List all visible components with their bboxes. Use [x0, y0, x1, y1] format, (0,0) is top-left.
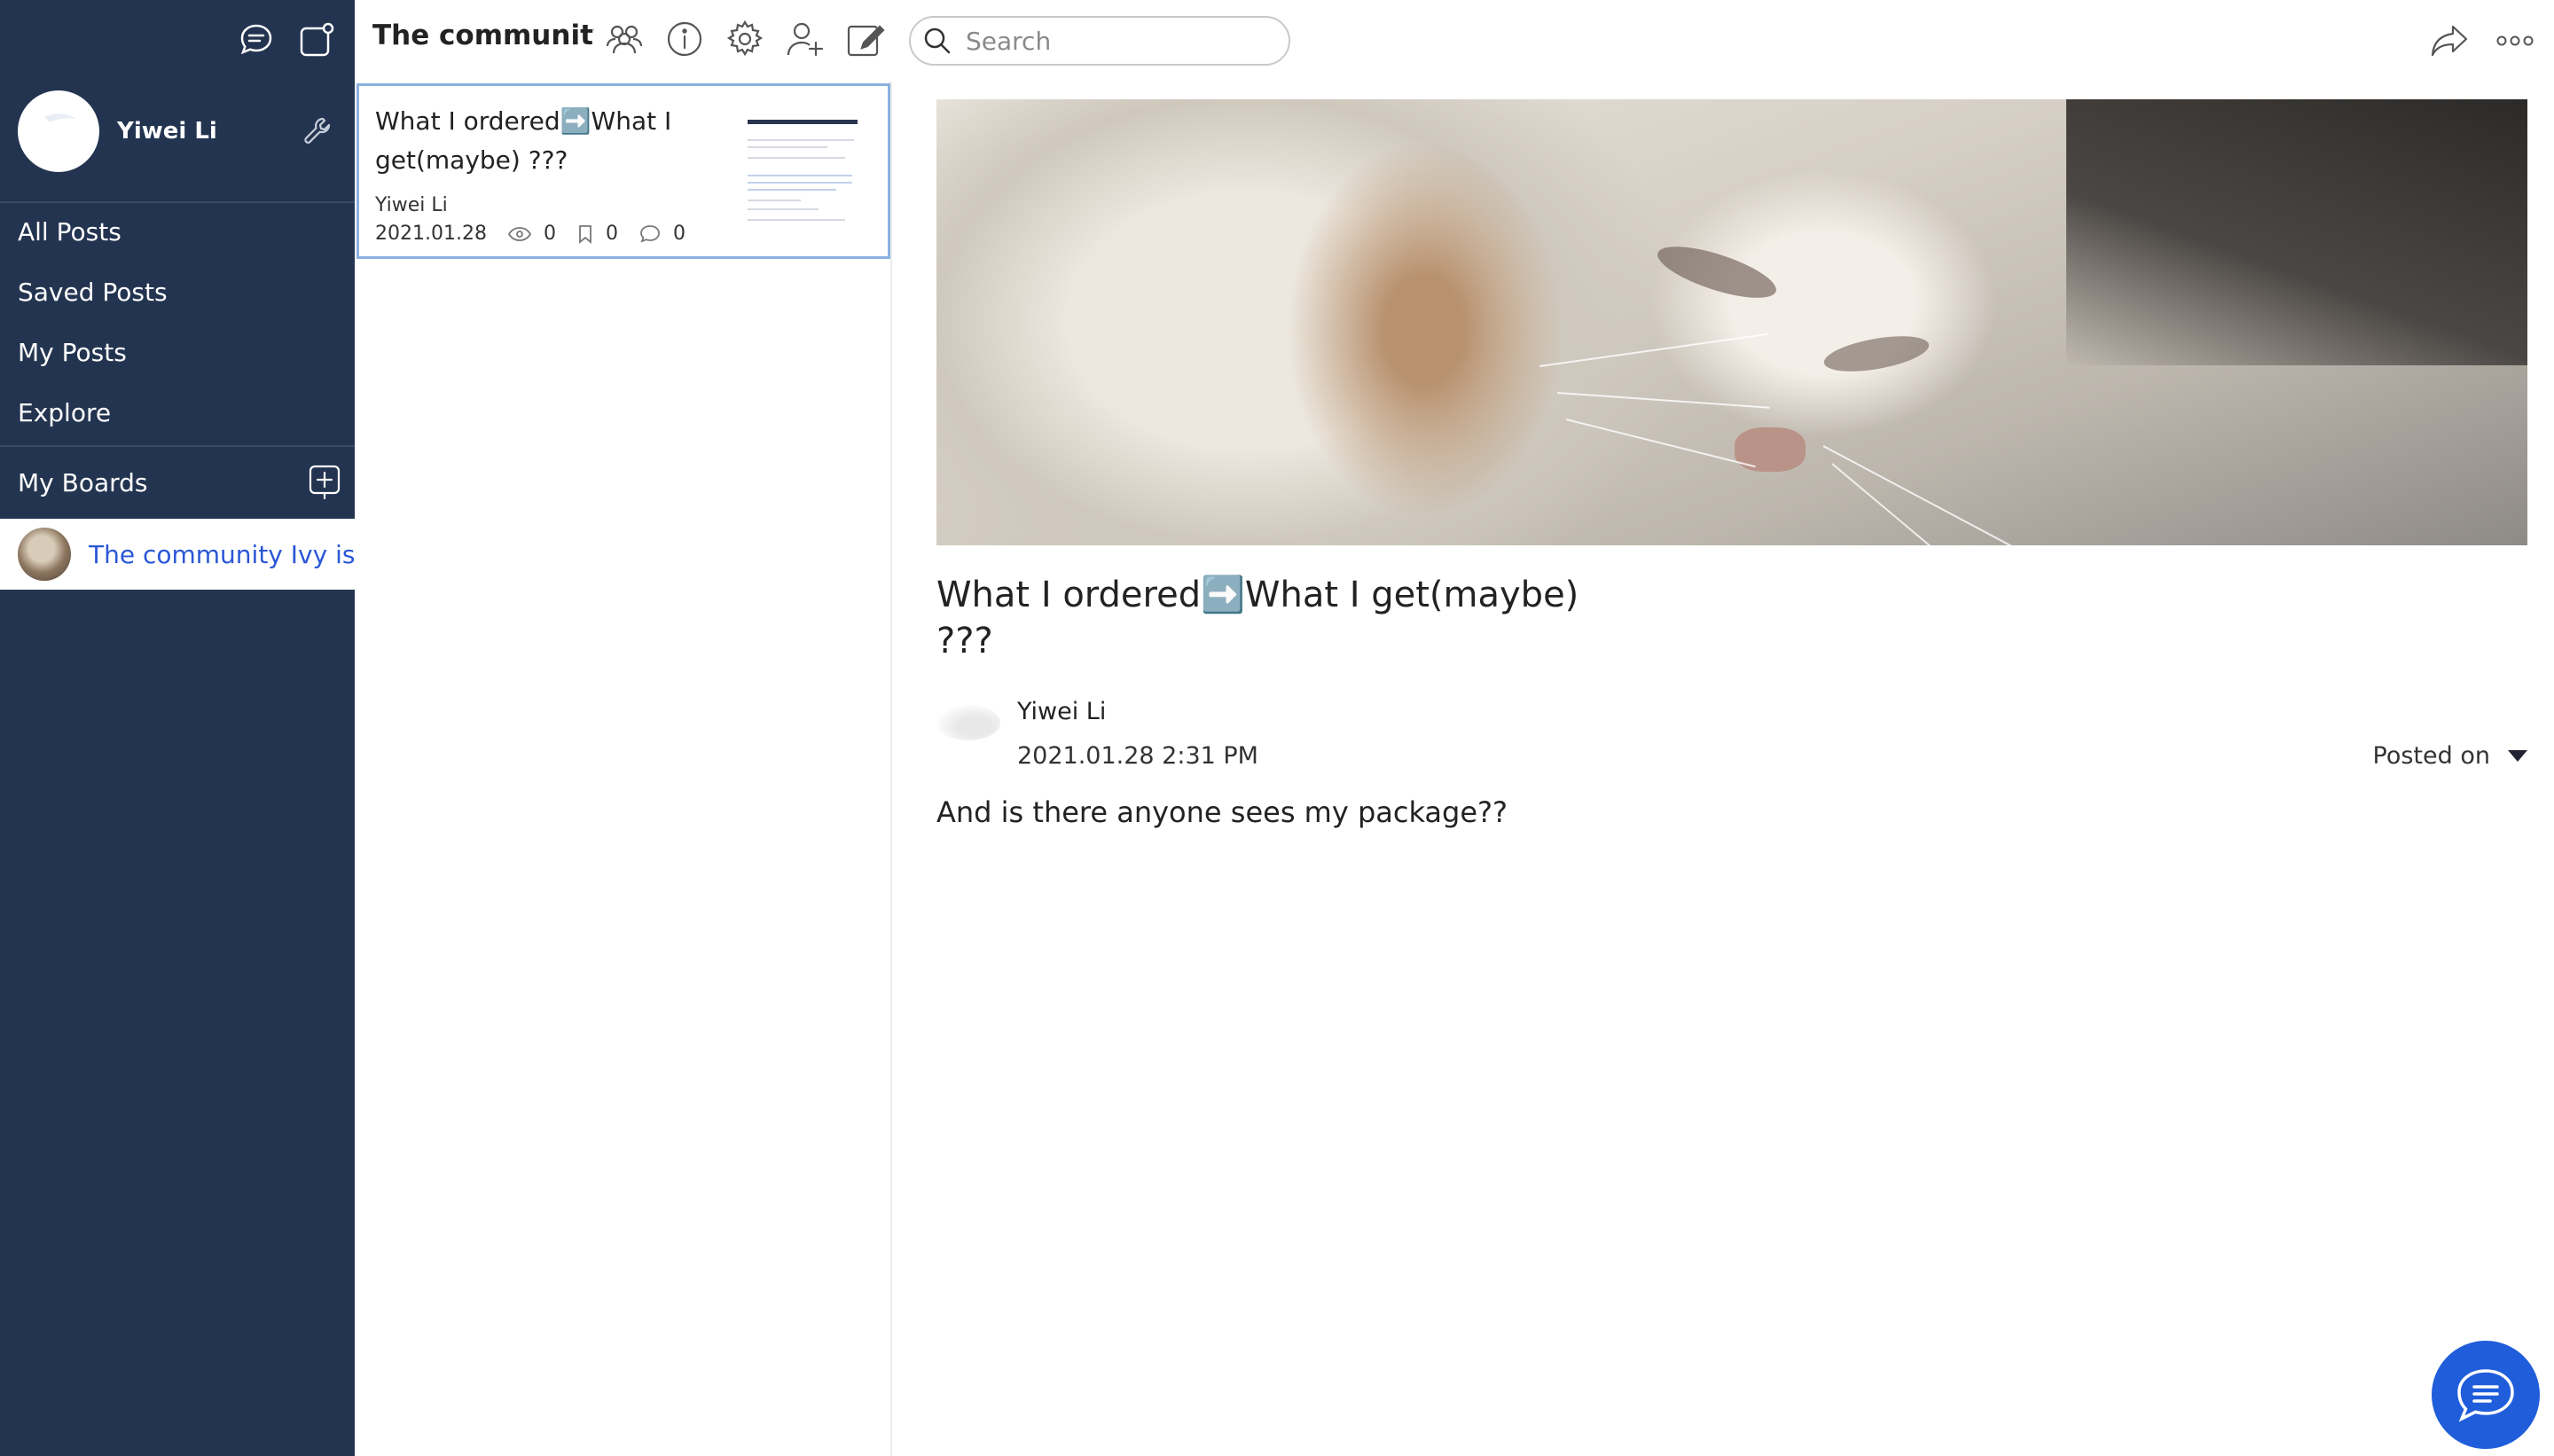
post-datetime: 2021.01.28 2:31 PM — [1017, 742, 1258, 770]
comment-icon — [640, 224, 660, 243]
save-count: 0 — [577, 223, 618, 245]
sidebar-item-my-posts[interactable]: My Posts — [0, 323, 355, 383]
divider — [0, 445, 355, 447]
post-card-author: Yiwei Li — [375, 194, 448, 216]
wrench-icon[interactable] — [298, 112, 337, 151]
post-card[interactable]: What I ordered➡️What I get(maybe) ??? Yi… — [356, 83, 890, 259]
share-icon[interactable] — [2428, 20, 2471, 62]
info-icon[interactable] — [663, 18, 706, 60]
sidebar-nav: All Posts Saved Posts My Posts Explore — [0, 202, 355, 443]
add-member-icon[interactable] — [784, 18, 827, 60]
top-right-actions — [2428, 20, 2536, 62]
sidebar: Yiwei Li All Posts Saved Posts My Posts … — [0, 0, 355, 1456]
post-card-meta: 2021.01.28 0 0 0 — [375, 223, 686, 245]
sidebar-top-icons — [236, 20, 337, 60]
post-card-thumbnail — [748, 118, 858, 230]
search-input[interactable] — [966, 26, 1267, 56]
new-board-icon[interactable] — [296, 20, 337, 60]
view-count-value: 0 — [543, 223, 556, 245]
my-boards-header: My Boards — [0, 452, 355, 513]
post-author-row: Yiwei Li 2021.01.28 2:31 PM Posted on — [936, 698, 2527, 778]
board-toolbar — [603, 18, 887, 60]
add-board-icon[interactable] — [307, 465, 342, 500]
post-author: Yiwei Li — [1017, 698, 1107, 725]
members-icon[interactable] — [603, 18, 646, 60]
post-image[interactable] — [936, 99, 2527, 545]
posted-on-dropdown[interactable]: Posted on — [2373, 742, 2527, 770]
comment-count: 0 — [639, 223, 686, 245]
search-box[interactable] — [909, 16, 1290, 66]
board-avatar — [18, 528, 71, 581]
profile-name: Yiwei Li — [117, 117, 217, 145]
post-body: And is there anyone sees my package?? — [936, 795, 1508, 829]
chat-icon — [2457, 1369, 2514, 1422]
my-boards-label: My Boards — [18, 467, 148, 497]
compose-icon[interactable] — [844, 18, 887, 60]
more-icon[interactable] — [2494, 20, 2536, 62]
avatar[interactable] — [18, 90, 99, 172]
sidebar-item-explore[interactable]: Explore — [0, 383, 355, 443]
chat-button[interactable] — [2432, 1341, 2540, 1449]
post-card-title: What I ordered➡️What I get(maybe) ??? — [375, 106, 672, 175]
save-count-value: 0 — [605, 223, 618, 245]
post-card-date: 2021.01.28 — [375, 223, 487, 245]
board-title: The community Ivy is — [372, 20, 594, 51]
board-name: The community Ivy is — [89, 539, 355, 569]
eye-icon — [507, 226, 531, 241]
view-count: 0 — [507, 223, 556, 245]
bookmark-icon — [579, 224, 591, 244]
comment-count-value: 0 — [672, 223, 686, 245]
profile: Yiwei Li — [18, 89, 337, 173]
messages-icon[interactable] — [236, 20, 277, 60]
post-detail: What I ordered➡️What I get(maybe) ??? Yi… — [936, 99, 2527, 829]
posted-on-label: Posted on — [2372, 742, 2490, 770]
sidebar-board-item[interactable]: The community Ivy is — [0, 519, 355, 590]
settings-icon[interactable] — [724, 18, 766, 60]
caret-down-icon — [2508, 750, 2527, 762]
sidebar-item-all-posts[interactable]: All Posts — [0, 202, 355, 262]
post-list: What I ordered➡️What I get(maybe) ??? Yi… — [355, 82, 892, 1456]
avatar[interactable] — [936, 705, 1000, 740]
top-bar: The community Ivy is — [355, 0, 2554, 82]
search-icon — [924, 27, 951, 54]
post-title: What I ordered➡️What I get(maybe) ??? — [936, 575, 1579, 661]
sidebar-item-saved-posts[interactable]: Saved Posts — [0, 262, 355, 323]
